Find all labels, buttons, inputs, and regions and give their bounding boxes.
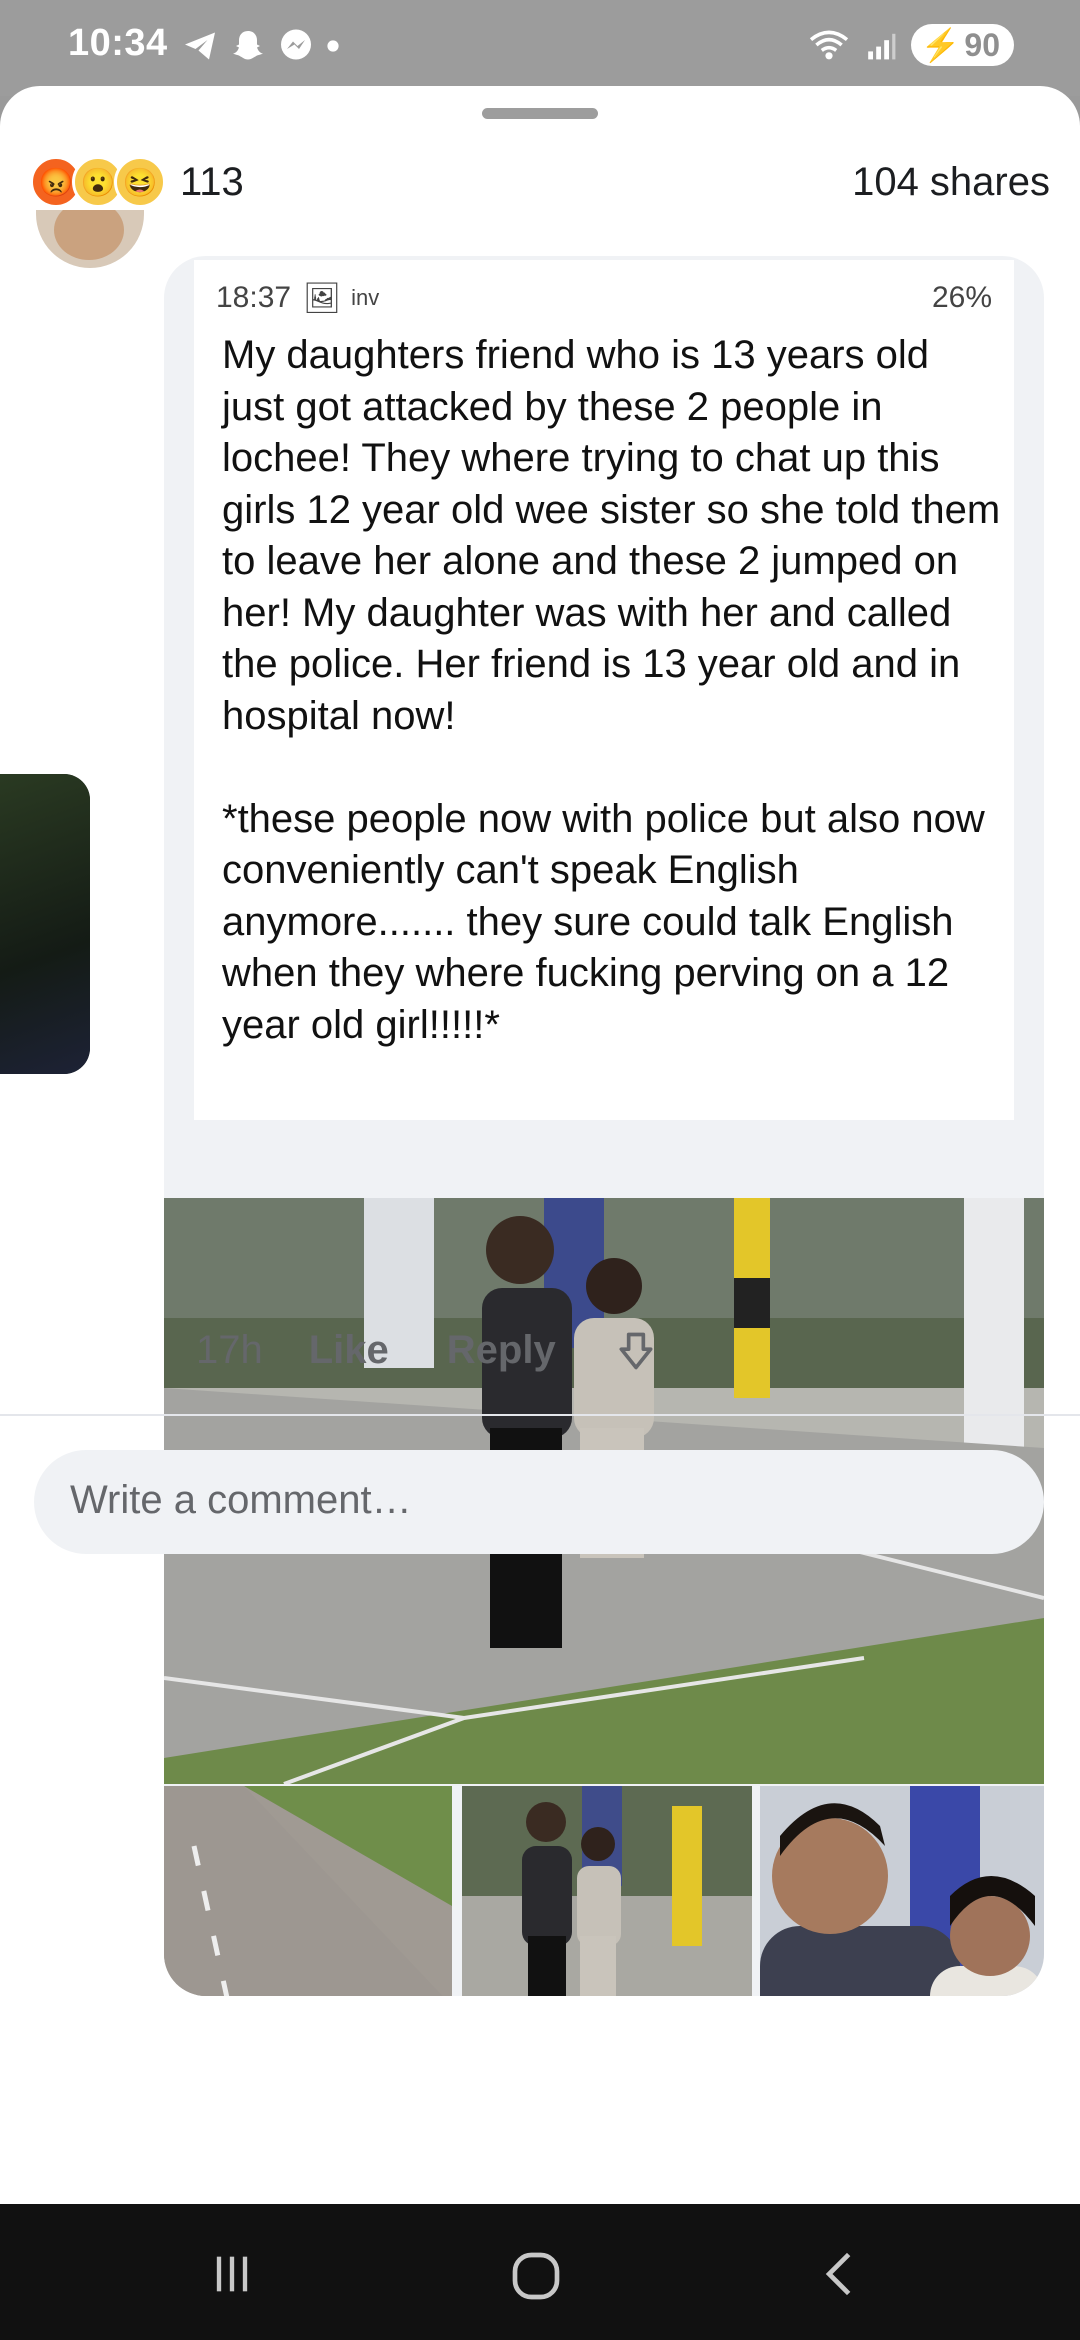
home-icon[interactable]: [508, 2248, 564, 2304]
image-icon: 🖼: [303, 281, 342, 315]
comments-sheet: 😡 😮 😆 113 104 shares 18:37 🖼 inv 26% My …: [0, 86, 1080, 2204]
screenshot-status-bar: 18:37 🖼 inv 26%: [216, 278, 992, 318]
battery-bolt-icon: ⚡: [920, 27, 961, 63]
status-time: 10:34: [68, 22, 168, 64]
wifi-icon: [809, 30, 848, 60]
like-button[interactable]: Like: [309, 1328, 389, 1373]
comment-photo-small-1[interactable]: [164, 1786, 452, 1996]
shared-screenshot[interactable]: 18:37 🖼 inv 26% My daughters friend who …: [194, 260, 1014, 1120]
telegram-icon: [185, 32, 215, 60]
comment-actions: 17h Like Reply: [196, 1328, 658, 1373]
divider: [0, 1414, 1080, 1416]
comment-input[interactable]: Write a comment…: [34, 1450, 1044, 1554]
status-notification-icons: [182, 28, 340, 64]
screenshot-indicator: inv: [351, 285, 380, 310]
recents-icon[interactable]: [206, 2248, 258, 2300]
reaction-count[interactable]: 113: [180, 160, 244, 205]
comment-bubble: 18:37 🖼 inv 26% My daughters friend who …: [164, 256, 1044, 1996]
comment-photo-small-3[interactable]: [760, 1786, 1044, 1996]
comment-input-placeholder: Write a comment…: [70, 1478, 412, 1522]
shares-count[interactable]: 104 shares: [852, 160, 1050, 205]
snapchat-icon: [233, 31, 263, 60]
reactions-bar: 😡 😮 😆 113 104 shares: [30, 142, 1050, 222]
signal-icon: [867, 33, 895, 60]
messenger-icon: [281, 29, 311, 60]
screenshot-time: 18:37: [216, 281, 292, 314]
commenter-avatar[interactable]: [36, 210, 144, 268]
system-nav-bar: [0, 2204, 1080, 2340]
partial-thumbnail[interactable]: [0, 774, 90, 1074]
battery-level: 90: [964, 26, 1000, 63]
status-right: ⚡ 90: [807, 24, 1014, 66]
reaction-emojis[interactable]: 😡 😮 😆: [30, 156, 166, 208]
comment-time[interactable]: 17h: [196, 1328, 263, 1373]
comment-text: My daughters friend who is 13 years old …: [222, 333, 1001, 1047]
screenshot-battery: 26%: [931, 281, 992, 314]
comment-photo-small-2[interactable]: [462, 1786, 752, 1996]
back-icon[interactable]: [814, 2248, 866, 2300]
battery-indicator: ⚡ 90: [910, 24, 1014, 66]
haha-reaction-icon: 😆: [114, 156, 166, 208]
sheet-drag-handle[interactable]: [482, 108, 598, 119]
reply-button[interactable]: Reply: [447, 1328, 556, 1373]
dot-icon: [327, 40, 339, 52]
status-bar: 10:34 ⚡ 90: [0, 0, 1080, 96]
downvote-icon[interactable]: [614, 1329, 658, 1373]
